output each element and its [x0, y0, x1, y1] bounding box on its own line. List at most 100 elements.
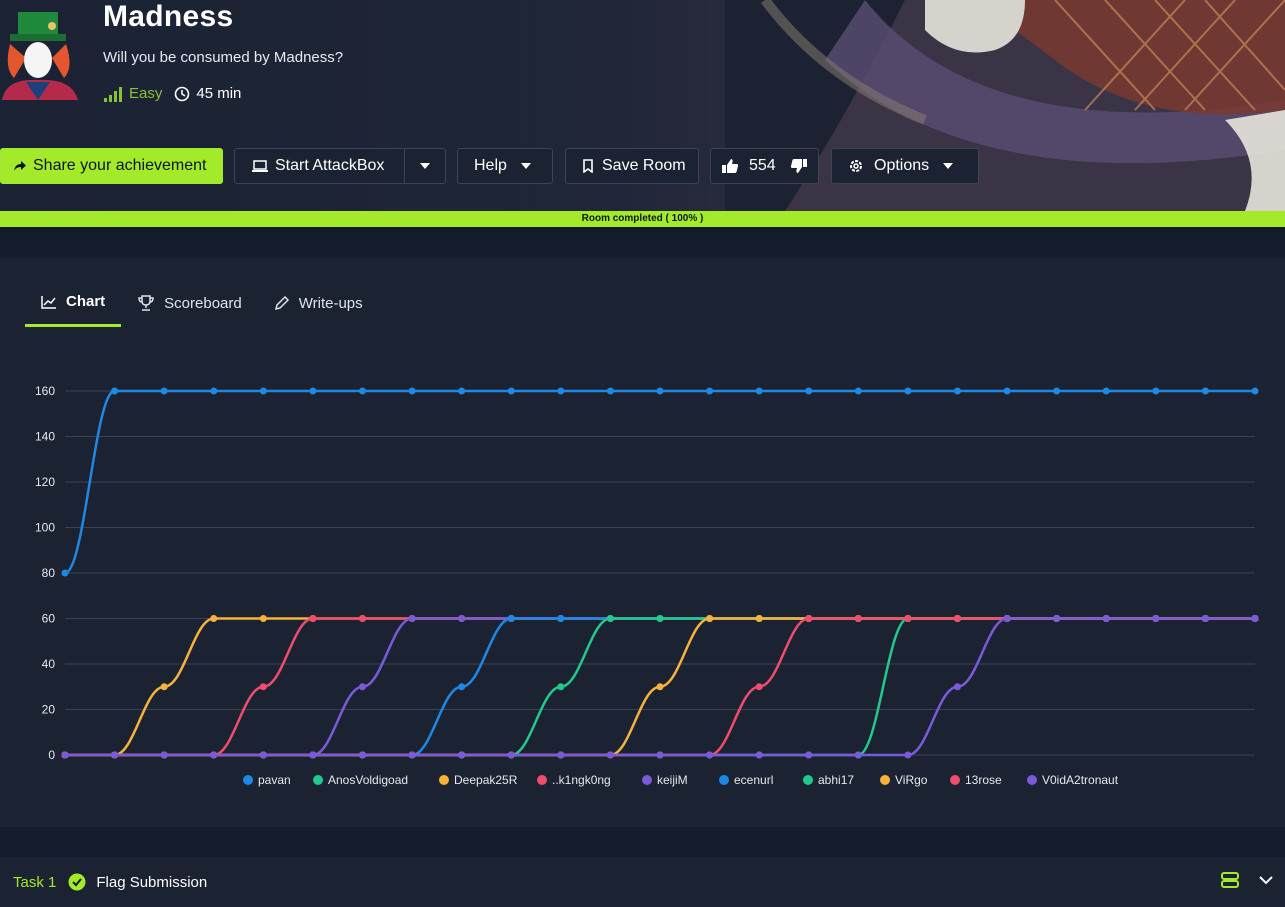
data-point: [111, 387, 119, 395]
data-point: [854, 751, 862, 759]
data-point: [259, 683, 267, 691]
data-point: [854, 615, 862, 622]
y-tick-label: 80: [42, 566, 56, 580]
data-point: [656, 683, 664, 691]
data-point: [606, 615, 614, 622]
data-point: [854, 387, 862, 395]
legend-label: AnosVoldigoad: [328, 773, 408, 787]
legend-marker: [642, 775, 652, 785]
data-point: [1053, 615, 1061, 622]
data-point: [755, 615, 763, 622]
data-point: [309, 615, 317, 622]
data-point: [259, 615, 267, 622]
data-point: [606, 387, 614, 395]
data-point: [408, 615, 416, 622]
data-point: [706, 387, 714, 395]
data-point: [805, 751, 813, 759]
data-point: [309, 387, 317, 395]
data-point: [458, 751, 466, 759]
y-tick-label: 140: [35, 430, 55, 444]
task-title: Flag Submission: [96, 873, 208, 891]
data-point: [904, 751, 912, 759]
legend-label: keijiM: [657, 773, 688, 787]
legend-label: abhi17: [818, 773, 854, 787]
data-point: [706, 615, 714, 622]
data-point: [1152, 615, 1160, 622]
y-tick-label: 60: [42, 612, 56, 626]
data-point: [904, 387, 912, 395]
data-point: [61, 751, 69, 759]
data-point: [309, 751, 317, 759]
data-point: [1053, 387, 1061, 395]
data-point: [408, 387, 416, 395]
data-point: [755, 387, 763, 395]
task-header[interactable]: Task 1 Flag Submission: [0, 857, 1285, 907]
legend-marker: [719, 775, 729, 785]
data-point: [160, 751, 168, 759]
data-point: [954, 615, 961, 622]
data-point: [1201, 387, 1209, 395]
data-point: [507, 387, 515, 395]
data-point: [359, 751, 366, 759]
legend-marker: [1027, 775, 1037, 785]
data-point: [359, 683, 366, 691]
data-point: [755, 751, 763, 759]
data-point: [557, 683, 565, 691]
data-point: [259, 387, 267, 395]
y-tick-label: 160: [35, 384, 55, 398]
data-point: [210, 615, 218, 622]
data-point: [210, 387, 218, 395]
data-point: [259, 751, 267, 759]
server-icon[interactable]: [1221, 872, 1239, 888]
data-point: [1003, 615, 1011, 622]
y-tick-label: 120: [35, 475, 55, 489]
data-point: [805, 387, 813, 395]
data-point: [111, 751, 119, 759]
data-point: [1152, 387, 1160, 395]
data-point: [557, 387, 565, 395]
scores-chart: 0 20 40 60 80 100 120 140 160 pavan AnosVoldigoad D…: [35, 384, 1259, 787]
legend-marker: [950, 775, 960, 785]
task-number: Task 1: [13, 873, 57, 891]
data-point: [458, 683, 466, 691]
data-point: [1102, 387, 1110, 395]
data-point: [557, 751, 565, 759]
legend-label: ..k1ngk0ng: [552, 773, 611, 787]
y-tick-label: 100: [35, 521, 55, 535]
legend-marker: [439, 775, 449, 785]
data-point: [507, 615, 515, 622]
data-point: [408, 751, 416, 759]
y-tick-label: 20: [42, 703, 56, 717]
data-point: [507, 751, 515, 759]
legend-marker: [880, 775, 890, 785]
data-point: [1003, 387, 1011, 395]
data-point: [458, 387, 466, 395]
legend-marker: [313, 775, 323, 785]
legend-marker: [243, 775, 253, 785]
legend-label: 13rose: [965, 773, 1002, 787]
legend-marker: [537, 775, 547, 785]
data-point: [61, 569, 69, 577]
data-point: [904, 615, 912, 622]
data-point: [1201, 615, 1209, 622]
data-point: [656, 751, 664, 759]
data-point: [656, 387, 664, 395]
data-point: [954, 387, 961, 395]
data-point: [805, 615, 813, 622]
data-point: [1251, 387, 1259, 395]
chevron-down-icon[interactable]: [1259, 875, 1273, 885]
legend-label: Deepak25R: [454, 773, 518, 787]
data-point: [1251, 615, 1259, 622]
data-point: [557, 615, 565, 622]
legend-marker: [803, 775, 813, 785]
data-point: [359, 387, 366, 395]
data-point: [160, 387, 168, 395]
data-point: [606, 751, 614, 759]
legend-label: ViRgo: [895, 773, 928, 787]
legend-label: pavan: [258, 773, 291, 787]
y-tick-label: 0: [48, 748, 55, 762]
data-point: [656, 615, 664, 622]
legend-label: V0idA2tronaut: [1042, 773, 1119, 787]
data-point: [160, 683, 168, 691]
y-tick-label: 40: [42, 657, 56, 671]
